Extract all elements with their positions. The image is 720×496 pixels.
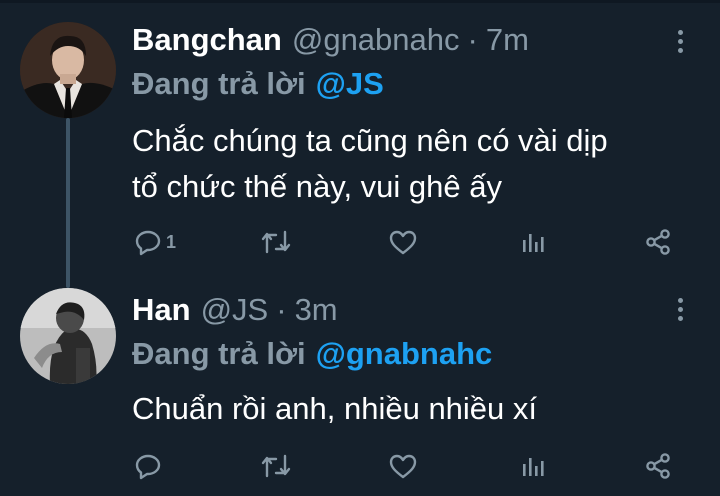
separator-dot: ·	[467, 22, 478, 57]
analytics-button[interactable]	[520, 224, 546, 260]
tweet-han[interactable]: Han @JS · 3m Đang trả lời @gnabnahc Chuẩn…	[0, 272, 720, 496]
share-icon	[646, 229, 670, 255]
tweet-header: Han @JS · 3m	[132, 292, 338, 328]
user-handle[interactable]: @gnabnahc	[292, 22, 460, 58]
analytics-icon	[523, 458, 544, 476]
replying-to-label: Đang trả lời	[132, 66, 306, 101]
share-button[interactable]	[644, 448, 672, 484]
mention-link[interactable]: @gnabnahc	[316, 336, 493, 371]
reply-count: 1	[166, 231, 177, 252]
tweet-header: Bangchan @gnabnahc · 7m	[132, 22, 529, 58]
display-name[interactable]: Han	[132, 292, 191, 328]
mention-link[interactable]: @JS	[316, 66, 384, 101]
heart-icon	[389, 454, 417, 479]
more-vertical-icon[interactable]	[672, 296, 688, 324]
tweet-text-line: Chuẩn rồi anh, nhiều nhiều xí	[132, 391, 538, 426]
timestamp[interactable]: 3m	[295, 292, 338, 328]
analytics-button[interactable]	[520, 448, 546, 484]
reply-button[interactable]: 1	[134, 224, 176, 260]
user-handle[interactable]: @JS	[201, 292, 269, 328]
reply-icon	[135, 454, 161, 480]
tweet-text-line: tổ chức thế này, vui ghê ấy	[132, 169, 503, 204]
reply-icon	[135, 230, 161, 256]
replying-to: Đang trả lời @JS	[132, 66, 384, 102]
tweet-actions: 1	[132, 224, 692, 260]
tweet-actions	[132, 448, 692, 484]
reply-button[interactable]	[134, 448, 166, 484]
more-vertical-icon[interactable]	[672, 28, 688, 56]
retweet-icon	[261, 454, 291, 478]
analytics-icon	[523, 234, 544, 252]
display-name[interactable]: Bangchan	[132, 22, 282, 58]
replying-to-label: Đang trả lời	[132, 336, 306, 371]
retweet-icon	[261, 230, 291, 254]
retweet-button[interactable]	[260, 448, 292, 484]
replying-to: Đang trả lời @gnabnahc	[132, 336, 492, 372]
share-icon	[646, 453, 670, 479]
tweet-text: Chuẩn rồi anh, nhiều nhiều xí	[132, 386, 702, 432]
tweet-bangchan[interactable]: Bangchan @gnabnahc · 7m Đang trả lời @JS …	[0, 0, 720, 270]
separator-dot: ·	[276, 292, 287, 327]
avatar[interactable]	[20, 288, 116, 384]
retweet-button[interactable]	[260, 224, 292, 260]
heart-icon	[389, 230, 417, 255]
like-button[interactable]	[388, 448, 418, 484]
avatar[interactable]	[20, 22, 116, 118]
share-button[interactable]	[644, 224, 672, 260]
timestamp[interactable]: 7m	[486, 22, 529, 58]
tweet-text: Chắc chúng ta cũng nên có vài dịp tổ chứ…	[132, 118, 702, 210]
tweet-text-line: Chắc chúng ta cũng nên có vài dịp	[132, 123, 608, 158]
like-button[interactable]	[388, 224, 418, 260]
